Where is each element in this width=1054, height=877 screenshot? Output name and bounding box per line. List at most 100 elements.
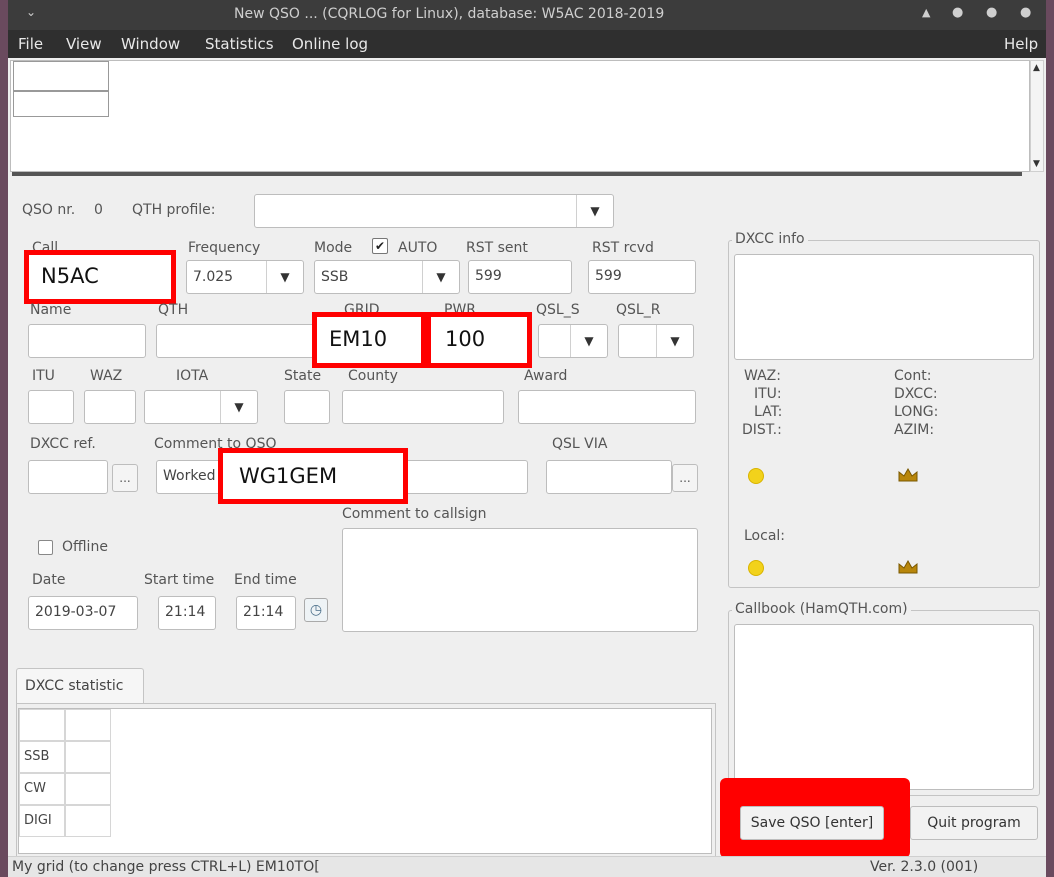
menu-bar: File View Window Statistics Online log H…	[8, 30, 1046, 58]
clock-icon[interactable]: ◷	[304, 598, 328, 622]
dist-info-label: DIST.:	[742, 422, 782, 438]
iota-label: IOTA	[176, 368, 209, 384]
name-input[interactable]	[28, 324, 146, 358]
long-info-label: LONG:	[894, 404, 939, 420]
close-icon[interactable]: ●	[1020, 5, 1031, 20]
qth-profile-select[interactable]: ▼	[254, 194, 614, 228]
county-input[interactable]	[342, 390, 504, 424]
qsl-via-browse-button[interactable]: ...	[672, 464, 698, 492]
lat-info-label: LAT:	[754, 404, 783, 420]
minimize-icon[interactable]: ●	[952, 5, 963, 20]
table-row: SSB	[19, 741, 65, 773]
sun-icon	[748, 560, 764, 576]
qsl-via-input[interactable]	[546, 460, 672, 494]
start-time-input[interactable]: 21:14	[158, 596, 216, 630]
chevron-down-icon: ▼	[266, 261, 303, 293]
comment-callsign-textarea[interactable]	[342, 528, 698, 632]
save-qso-button[interactable]: Save QSO [enter]	[740, 806, 884, 840]
qsl-s-label: QSL_S	[536, 302, 580, 318]
qso-nr-label: QSO nr.	[22, 202, 76, 218]
chevron-down-icon: ▼	[570, 325, 607, 357]
chevron-down-icon: ▼	[422, 261, 459, 293]
end-time-input[interactable]: 21:14	[236, 596, 296, 630]
county-label: County	[348, 368, 398, 384]
azim-info-label: AZIM:	[894, 422, 935, 438]
qsl-r-select[interactable]: ▼	[618, 324, 694, 358]
itu-label: ITU	[32, 368, 55, 384]
end-time-label: End time	[234, 572, 297, 588]
previous-qso-grid[interactable]	[10, 60, 1030, 172]
menu-window[interactable]: Window	[121, 35, 180, 53]
qsl-via-label: QSL VIA	[552, 436, 608, 452]
auto-label: AUTO	[398, 240, 438, 256]
pwr-input[interactable]: 100	[426, 312, 532, 368]
callbook-title: Callbook (HamQTH.com)	[732, 601, 911, 617]
eject-icon[interactable]: ▲	[922, 6, 930, 19]
mode-select[interactable]: SSB ▼	[314, 260, 460, 294]
status-version: Ver. 2.3.0 (001)	[870, 859, 979, 875]
offline-checkbox[interactable]	[38, 540, 53, 555]
callbook-box[interactable]	[734, 624, 1034, 790]
quit-program-button[interactable]: Quit program	[910, 806, 1038, 840]
menu-help[interactable]: Help	[1004, 35, 1038, 53]
maximize-icon[interactable]: ●	[986, 5, 997, 20]
award-input[interactable]	[518, 390, 696, 424]
qth-input[interactable]	[156, 324, 316, 358]
iota-select[interactable]: ▼	[144, 390, 258, 424]
local-info-label: Local:	[744, 528, 786, 544]
state-input[interactable]	[284, 390, 330, 424]
qth-profile-label: QTH profile:	[132, 202, 216, 218]
date-label: Date	[32, 572, 66, 588]
grid-scrollbar[interactable]: ▲ ▼	[1030, 60, 1044, 172]
crown-icon	[898, 560, 918, 574]
mode-label: Mode	[314, 240, 353, 256]
dxcc-info-value-label: DXCC:	[894, 386, 938, 402]
tab-dxcc-statistic[interactable]: DXCC statistic	[16, 668, 144, 704]
waz-info-label: WAZ:	[744, 368, 781, 384]
table-row: CW	[19, 773, 65, 805]
menu-statistics[interactable]: Statistics	[205, 35, 274, 53]
dxcc-info-title: DXCC info	[732, 231, 808, 247]
sun-icon	[748, 468, 764, 484]
dxcc-ref-label: DXCC ref.	[30, 436, 96, 452]
qth-label: QTH	[158, 302, 189, 318]
waz-input[interactable]	[84, 390, 136, 424]
dxcc-statistic-table[interactable]: SSB CW DIGI	[18, 708, 712, 854]
date-input[interactable]: 2019-03-07	[28, 596, 138, 630]
dxcc-ref-browse-button[interactable]: ...	[112, 464, 138, 492]
menu-online-log[interactable]: Online log	[292, 35, 368, 53]
offline-label: Offline	[62, 539, 108, 555]
qsl-s-select[interactable]: ▼	[538, 324, 608, 358]
splitter[interactable]	[12, 172, 1022, 176]
frequency-select[interactable]: 7.025 ▼	[186, 260, 304, 294]
menu-file[interactable]: File	[18, 35, 43, 53]
waz-label: WAZ	[90, 368, 123, 384]
status-grid-text: My grid (to change press CTRL+L) EM10TO[	[12, 859, 320, 875]
table-row: DIGI	[19, 805, 65, 837]
auto-checkbox[interactable]: ✔	[372, 238, 388, 254]
chevron-down-icon[interactable]: ⌄	[26, 5, 36, 19]
window-title: New QSO ... (CQRLOG for Linux), database…	[234, 6, 665, 22]
rst-sent-input[interactable]: 599	[468, 260, 572, 294]
grid-input[interactable]: EM10	[312, 312, 426, 368]
start-time-label: Start time	[144, 572, 215, 588]
rst-rcvd-label: RST rcvd	[592, 240, 654, 256]
rst-rcvd-input[interactable]: 599	[588, 260, 696, 294]
cont-info-label: Cont:	[894, 368, 932, 384]
comment-qso-highlight: WG1GEM	[218, 448, 408, 504]
dxcc-info-box[interactable]	[734, 254, 1034, 360]
status-bar: My grid (to change press CTRL+L) EM10TO[…	[8, 856, 1046, 877]
name-label: Name	[30, 302, 72, 318]
state-label: State	[284, 368, 322, 384]
call-input[interactable]: N5AC	[24, 250, 176, 304]
frequency-label: Frequency	[188, 240, 261, 256]
chevron-down-icon: ▼	[656, 325, 693, 357]
dxcc-ref-input[interactable]	[28, 460, 108, 494]
menu-view[interactable]: View	[66, 35, 102, 53]
new-qso-window: ▲ ▼ QSO nr. 0 QTH profile: ▼ Call Freque…	[8, 58, 1046, 858]
comment-callsign-label: Comment to callsign	[342, 506, 487, 522]
qsl-r-label: QSL_R	[616, 302, 661, 318]
itu-input[interactable]	[28, 390, 74, 424]
chevron-down-icon: ▼	[220, 391, 257, 423]
chevron-down-icon: ▼	[576, 195, 613, 227]
